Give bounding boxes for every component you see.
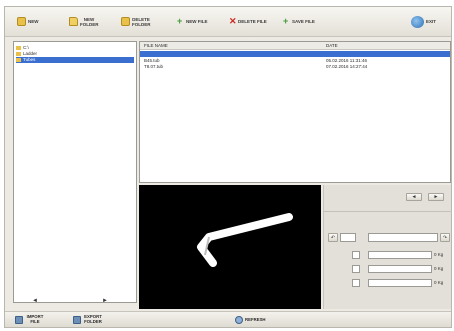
file-list-header: FILE NAME DATE bbox=[140, 42, 450, 50]
unit-a: 0 Kg bbox=[434, 252, 444, 257]
angle-field[interactable] bbox=[340, 233, 356, 242]
rotate-left-button[interactable]: ↶ bbox=[328, 233, 338, 242]
tree-item-label: Ladder bbox=[23, 51, 38, 56]
save-file-label: SAVE FILE bbox=[292, 19, 315, 24]
refresh-icon bbox=[235, 316, 243, 324]
tree-item-tubes[interactable]: Tubes bbox=[16, 57, 134, 63]
tube-model bbox=[197, 213, 293, 267]
input-c[interactable] bbox=[368, 279, 432, 287]
tree-item-label: C:\ bbox=[23, 45, 29, 50]
next-button[interactable]: ► bbox=[428, 193, 444, 201]
export-label: EXPORT FOLDER bbox=[84, 314, 102, 324]
previous-button[interactable]: ◄ bbox=[406, 193, 422, 201]
toolbar: NEW NEW FOLDER DELETE FOLDER + NEW FILE … bbox=[5, 7, 451, 37]
file-date: 07.02.2016 14:27:44 bbox=[326, 64, 368, 69]
checkbox-c[interactable] bbox=[352, 279, 360, 287]
import-file-button[interactable]: IMPORT FILE bbox=[15, 314, 45, 326]
file-manager-window: NEW NEW FOLDER DELETE FOLDER + NEW FILE … bbox=[4, 6, 452, 328]
tube-preview[interactable] bbox=[139, 185, 321, 309]
plus-icon: + bbox=[177, 16, 183, 26]
import-icon bbox=[15, 316, 23, 324]
value-field[interactable] bbox=[368, 233, 438, 242]
column-header-file-name[interactable]: FILE NAME bbox=[144, 43, 168, 48]
delete-icon: ✕ bbox=[229, 16, 237, 26]
export-icon bbox=[73, 316, 81, 324]
exit-icon bbox=[411, 15, 424, 28]
input-a[interactable] bbox=[368, 251, 432, 259]
new-folder-label: NEW FOLDER bbox=[80, 16, 99, 27]
delete-folder-label: DELETE FOLDER bbox=[132, 16, 151, 27]
folder-icon bbox=[16, 58, 21, 62]
new-button[interactable]: NEW bbox=[17, 13, 39, 30]
new-file-button[interactable]: + NEW FILE bbox=[177, 13, 208, 30]
tree-item-label: Tubes bbox=[23, 57, 36, 62]
import-label: IMPORT FILE bbox=[26, 314, 44, 324]
folder-delete-icon bbox=[121, 17, 130, 26]
file-list[interactable]: FILE NAME DATE B45.tub 05.02.2016 11:31:… bbox=[139, 41, 451, 183]
tree-scroll-right-button[interactable]: ► bbox=[97, 297, 113, 305]
delete-file-button[interactable]: ✕ DELETE FILE bbox=[229, 13, 267, 30]
new-folder-button[interactable]: NEW FOLDER bbox=[69, 13, 99, 30]
input-b[interactable] bbox=[368, 265, 432, 273]
unit-b: 0 Kg bbox=[434, 266, 444, 271]
new-file-label: NEW FILE bbox=[186, 19, 208, 24]
exit-button[interactable]: EXIT bbox=[411, 13, 436, 30]
save-icon: + bbox=[283, 16, 289, 26]
exit-label: EXIT bbox=[426, 19, 437, 24]
file-row[interactable] bbox=[140, 51, 450, 57]
tree-scroll-left-button[interactable]: ◄ bbox=[27, 297, 43, 305]
checkbox-b[interactable] bbox=[352, 265, 360, 273]
unit-c: 0 Kg bbox=[434, 280, 444, 285]
folder-open-icon bbox=[69, 17, 78, 26]
folder-icon bbox=[16, 46, 21, 50]
column-header-date[interactable]: DATE bbox=[326, 43, 338, 48]
bottom-bar: IMPORT FILE EXPORT FOLDER REFRESH bbox=[5, 311, 451, 327]
file-row[interactable]: T8.07.tub 07.02.2016 14:27:44 bbox=[140, 64, 450, 70]
checkbox-a[interactable] bbox=[352, 251, 360, 259]
delete-folder-button[interactable]: DELETE FOLDER bbox=[121, 13, 151, 30]
delete-file-label: DELETE FILE bbox=[238, 19, 267, 24]
control-panel: ◄ ► ↶ ↷ 0 Kg 0 Kg 0 Kg bbox=[323, 185, 452, 309]
new-label: NEW bbox=[28, 19, 39, 24]
folder-icon bbox=[17, 17, 26, 26]
folder-icon bbox=[16, 52, 21, 56]
refresh-button[interactable]: REFRESH bbox=[235, 314, 266, 326]
file-name: T8.07.tub bbox=[144, 64, 164, 69]
divider bbox=[324, 211, 452, 212]
export-folder-button[interactable]: EXPORT FOLDER bbox=[73, 314, 103, 326]
refresh-label: REFRESH bbox=[245, 316, 266, 322]
rotate-right-button[interactable]: ↷ bbox=[440, 233, 450, 242]
save-file-button[interactable]: + SAVE FILE bbox=[283, 13, 315, 30]
folder-tree[interactable]: C:\ Ladder Tubes bbox=[13, 41, 137, 303]
